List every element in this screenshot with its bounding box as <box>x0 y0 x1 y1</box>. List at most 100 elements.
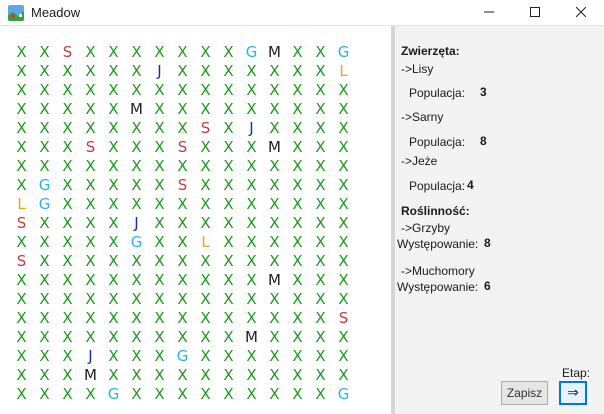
grass-cell: X <box>62 81 73 99</box>
grass-cell: X <box>85 176 96 194</box>
grass-cell: X <box>223 385 234 403</box>
grass-cell: X <box>200 100 211 118</box>
app-icon <box>8 5 24 21</box>
grass-cell: X <box>108 214 119 232</box>
grass-cell: X <box>39 385 50 403</box>
grass-cell: X <box>39 233 50 251</box>
fox-cell: L <box>201 233 210 251</box>
grass-cell: X <box>200 214 211 232</box>
grass-cell: X <box>62 271 73 289</box>
grass-cell: X <box>246 366 257 384</box>
grass-cell: X <box>16 157 27 175</box>
grass-cell: X <box>39 252 50 270</box>
deer-population-value: 8 <box>480 134 487 148</box>
grass-cell: X <box>177 214 188 232</box>
grass-cell: X <box>338 233 349 251</box>
grass-cell: X <box>108 290 119 308</box>
grass-cell: X <box>269 385 280 403</box>
grass-cell: X <box>292 62 303 80</box>
grass-cell: X <box>269 290 280 308</box>
grass-cell: X <box>108 366 119 384</box>
grass-cell: X <box>200 309 211 327</box>
grass-cell: X <box>177 385 188 403</box>
grass-cell: X <box>154 195 165 213</box>
close-button[interactable] <box>558 0 604 25</box>
mushroom-cell: G <box>38 195 51 213</box>
toadstool-cell: M <box>130 100 143 118</box>
grass-cell: X <box>154 271 165 289</box>
mushroom-cell: G <box>245 43 258 61</box>
grass-cell: X <box>177 119 188 137</box>
next-stage-button[interactable]: ⇒ <box>559 381 587 405</box>
title-bar[interactable]: Meadow <box>0 0 604 26</box>
deer-cell: S <box>177 176 188 194</box>
grass-cell: X <box>315 366 326 384</box>
grass-cell: X <box>269 347 280 365</box>
grass-cell: X <box>200 271 211 289</box>
grass-cell: X <box>269 366 280 384</box>
grass-cell: X <box>292 328 303 346</box>
animals-header: Zwierzęta: <box>401 44 460 58</box>
grass-cell: X <box>338 157 349 175</box>
grass-cell: X <box>131 290 142 308</box>
mushroom-cell: G <box>337 385 350 403</box>
grass-cell: X <box>338 366 349 384</box>
save-button[interactable]: Zapisz <box>501 381 548 405</box>
grass-cell: X <box>39 271 50 289</box>
grass-cell: X <box>177 366 188 384</box>
grass-cell: X <box>269 195 280 213</box>
grass-cell: X <box>108 233 119 251</box>
grass-cell: X <box>85 100 96 118</box>
grass-cell: X <box>85 290 96 308</box>
grass-cell: X <box>62 138 73 156</box>
grass-cell: X <box>292 138 303 156</box>
grass-cell: X <box>315 119 326 137</box>
mushroom-cell: G <box>130 233 143 251</box>
grass-cell: X <box>85 271 96 289</box>
toadstools-occurrence-value: 6 <box>484 279 491 293</box>
toadstool-cell: M <box>245 328 258 346</box>
grass-cell: X <box>223 62 234 80</box>
grass-cell: X <box>62 328 73 346</box>
grass-cell: X <box>39 309 50 327</box>
grass-cell: X <box>200 328 211 346</box>
grass-cell: X <box>269 176 280 194</box>
grass-cell: X <box>108 81 119 99</box>
grass-cell: X <box>315 290 326 308</box>
foxes-label: ->Lisy <box>401 62 434 76</box>
grass-cell: X <box>223 157 234 175</box>
minimize-button[interactable] <box>466 0 512 25</box>
grass-cell: X <box>246 385 257 403</box>
minimize-icon <box>484 11 494 13</box>
grass-cell: X <box>292 100 303 118</box>
grass-cell: X <box>16 43 27 61</box>
grass-cell: X <box>292 309 303 327</box>
grass-cell: X <box>39 81 50 99</box>
grass-cell: X <box>62 100 73 118</box>
foxes-population-label: Populacja: <box>409 86 466 100</box>
grass-cell: X <box>223 138 234 156</box>
grass-cell: X <box>62 385 73 403</box>
grass-cell: X <box>200 347 211 365</box>
grass-cell: X <box>85 328 96 346</box>
grass-cell: X <box>292 271 303 289</box>
maximize-button[interactable] <box>512 0 558 25</box>
grass-cell: X <box>16 62 27 80</box>
grass-cell: X <box>131 138 142 156</box>
grass-cell: X <box>223 119 234 137</box>
grass-cell: X <box>338 290 349 308</box>
hedgehog-cell: J <box>157 62 162 80</box>
grass-cell: X <box>315 62 326 80</box>
hedgehog-cell: J <box>249 119 254 137</box>
grass-cell: X <box>315 328 326 346</box>
window-title: Meadow <box>31 5 81 20</box>
deer-cell: S <box>16 214 27 232</box>
deer-cell: S <box>85 138 96 156</box>
grass-cell: X <box>131 252 142 270</box>
grass-cell: X <box>177 328 188 346</box>
grass-cell: X <box>108 328 119 346</box>
grass-cell: X <box>16 138 27 156</box>
grass-cell: X <box>246 62 257 80</box>
grass-cell: X <box>246 214 257 232</box>
grass-cell: X <box>131 328 142 346</box>
